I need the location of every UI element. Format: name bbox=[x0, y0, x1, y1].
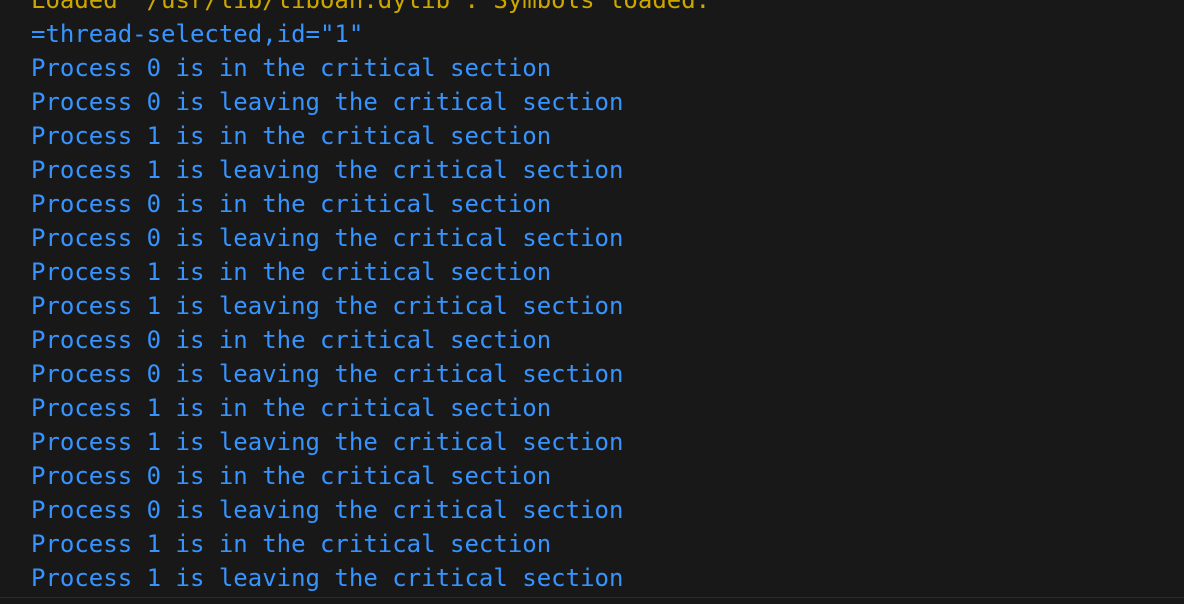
console-line: Process 0 is in the critical section bbox=[31, 190, 552, 218]
console-line: Process 1 is in the critical section bbox=[31, 394, 552, 422]
console-output: Loaded '/usr/lib/liboah.dylib'. Symbols … bbox=[31, 0, 710, 595]
console-line: Process 1 is in the critical section bbox=[31, 122, 552, 150]
console-line: Process 0 is leaving the critical sectio… bbox=[31, 496, 624, 524]
console-line: Process 1 is leaving the critical sectio… bbox=[31, 156, 624, 184]
console-line: Process 1 is leaving the critical sectio… bbox=[31, 428, 624, 456]
console-line: Process 0 is leaving the critical sectio… bbox=[31, 88, 624, 116]
console-line: Process 1 is in the critical section bbox=[31, 258, 552, 286]
console-line: Process 0 is leaving the critical sectio… bbox=[31, 224, 624, 252]
panel-bottom-border bbox=[0, 597, 1184, 604]
console-line: Process 1 is leaving the critical sectio… bbox=[31, 292, 624, 320]
console-line: Process 1 is leaving the critical sectio… bbox=[31, 564, 624, 592]
console-line: Process 0 is in the critical section bbox=[31, 54, 552, 82]
console-line: Process 0 is leaving the critical sectio… bbox=[31, 360, 624, 388]
debug-console[interactable]: Loaded '/usr/lib/liboah.dylib'. Symbols … bbox=[0, 0, 1184, 604]
console-line: Process 1 is in the critical section bbox=[31, 530, 552, 558]
console-line-symbols-loaded: Loaded '/usr/lib/liboah.dylib'. Symbols … bbox=[31, 0, 711, 14]
console-line: Process 0 is in the critical section bbox=[31, 326, 552, 354]
console-line-thread-selected: =thread-selected,id="1" bbox=[31, 20, 364, 48]
console-line: Process 0 is in the critical section bbox=[31, 462, 552, 490]
